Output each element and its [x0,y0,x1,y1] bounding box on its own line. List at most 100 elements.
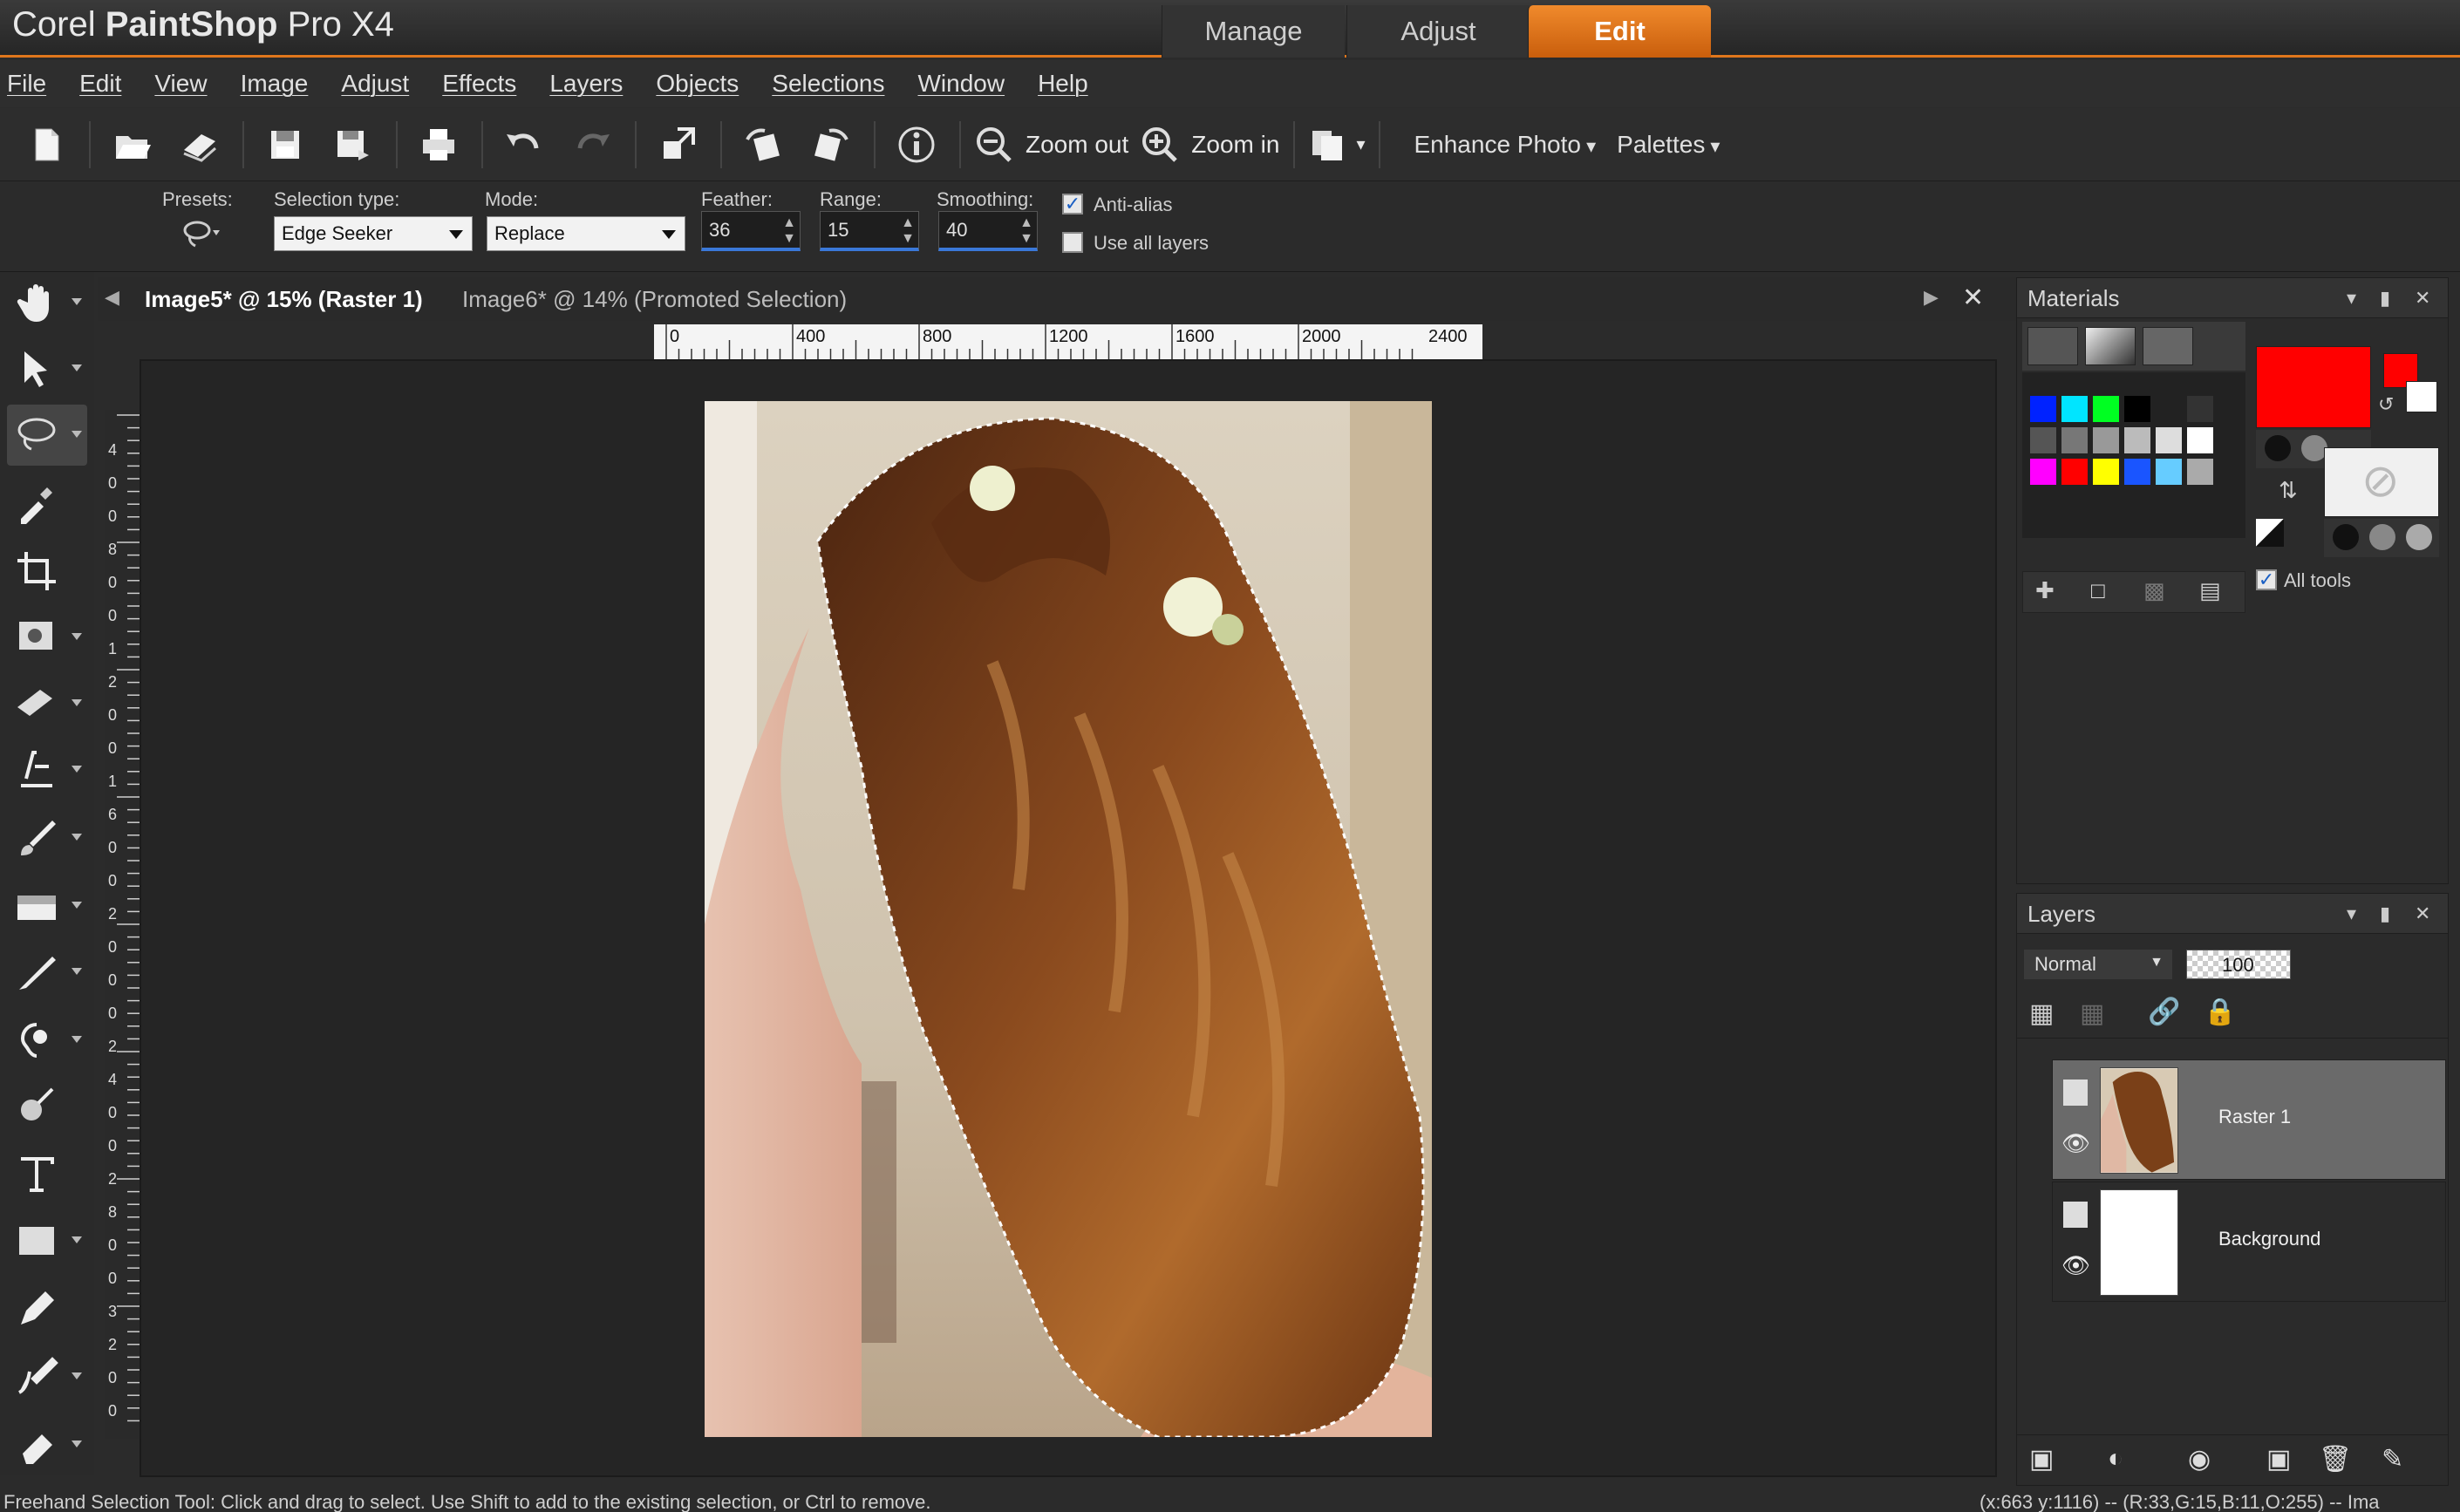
background-color[interactable]: ⊘ [2324,447,2439,517]
zoom-in-button[interactable]: Zoom in [1139,116,1279,174]
delete-swatch-icon[interactable]: ▩ [2143,577,2165,604]
add-swatch-icon[interactable]: ✚ [2035,577,2055,604]
opacity-input[interactable]: 100 [2186,950,2291,979]
bg-texture-mode-icon[interactable] [2406,524,2432,550]
new-layer-icon[interactable]: ▣ [2029,1444,2054,1475]
pen-tool[interactable] [7,1278,87,1339]
tab-adjust[interactable]: Adjust [1346,5,1530,58]
layer-mask-icon[interactable]: ▦ [2080,998,2104,1029]
new-file-button[interactable] [17,116,75,174]
warp-brush-tool[interactable] [7,1346,87,1407]
layer-row-background[interactable]: 👁 Background [2052,1182,2446,1302]
background-eraser-tool[interactable] [7,875,87,936]
redo-button[interactable] [563,116,621,174]
dropper-tool[interactable] [7,473,87,534]
color-swatch[interactable] [2029,458,2057,486]
visibility-eye-icon[interactable]: 👁 [2061,1130,2090,1157]
menu-image[interactable]: Image [241,70,309,98]
blend-mode-select[interactable]: Normal ▼ [2024,950,2172,979]
pan-tool[interactable] [7,272,87,333]
photo-canvas[interactable] [705,401,1432,1437]
paintbrush-tool[interactable] [7,807,87,868]
use-all-layers-checkbox[interactable] [1062,232,1083,253]
color-swatch[interactable] [2061,458,2089,486]
close-palette-icon[interactable]: ✕ [2415,287,2430,310]
tab-edit[interactable]: Edit [1528,5,1711,58]
merge-layer-icon[interactable]: ▣ [2266,1444,2291,1475]
lock-layer-icon[interactable]: 🔒 [2204,997,2236,1027]
color-mode-icon[interactable] [2265,435,2291,461]
pin-icon[interactable]: ▮ [2380,902,2390,925]
new-swatch-icon[interactable]: □ [2091,577,2105,604]
swatches-tab-icon[interactable] [2143,327,2193,365]
zoom-out-button[interactable]: Zoom out [973,116,1128,174]
menu-adjust[interactable]: Adjust [341,70,409,98]
menu-objects[interactable]: Objects [656,70,739,98]
swap-materials-icon[interactable]: ⇅ [2279,477,2298,504]
link-layer-icon[interactable]: 🔗 [2148,997,2180,1027]
menu-edit[interactable]: Edit [79,70,121,98]
swap-colors-icon[interactable]: ↺ [2378,393,2394,416]
menu-selections[interactable]: Selections [772,70,884,98]
all-tools-checkbox[interactable] [2256,569,2277,590]
menu-help[interactable]: Help [1038,70,1088,98]
color-swatch[interactable] [2123,458,2151,486]
color-swatch[interactable] [2092,458,2120,486]
print-button[interactable] [410,116,467,174]
mask-layer-icon[interactable]: ◉ [2188,1444,2211,1475]
rotate-right-button[interactable] [802,116,860,174]
color-swatch[interactable] [2092,395,2120,423]
tab-scroll-right-icon[interactable]: ▶ [1924,286,1939,309]
enhance-photo-menu[interactable]: Enhance Photo [1414,131,1596,159]
gradient-tab-icon[interactable] [2085,327,2136,365]
browse-button[interactable] [171,116,228,174]
feather-input[interactable]: 36 ▲ ▼ [701,211,801,251]
reset-colors-icon[interactable] [2256,519,2284,547]
resize-button[interactable] [649,116,706,174]
layer-properties-icon[interactable]: ▦ [2029,998,2054,1029]
info-button[interactable] [888,116,945,174]
save-button[interactable] [256,116,314,174]
mode-select[interactable]: Replace [487,216,685,251]
clone-tool[interactable] [7,673,87,734]
freehand-selection-tool[interactable] [7,405,87,466]
palette-menu-icon[interactable]: ▾ [2347,287,2356,310]
color-swatch[interactable] [2186,426,2214,454]
palette-menu-icon[interactable]: ▾ [2347,902,2356,925]
tab-manage[interactable]: Manage [1162,5,1345,58]
doc-tab-image5[interactable]: Image5* @ 15% (Raster 1) [145,286,423,313]
scratch-remover-tool[interactable] [7,739,87,800]
bg-pattern-mode-icon[interactable] [2369,524,2395,550]
open-button[interactable] [103,116,160,174]
lighten-darken-tool[interactable] [7,1010,87,1071]
crop-tool[interactable] [7,541,87,602]
selection-type-select[interactable]: Edge Seeker [274,216,473,251]
color-swatch[interactable] [2186,395,2214,423]
foreground-color[interactable] [2256,346,2371,428]
palettes-menu[interactable]: Palettes [1617,131,1720,159]
color-swatch[interactable] [2092,426,2120,454]
background-swatch-small[interactable] [2406,381,2437,412]
color-swatch[interactable] [2186,458,2214,486]
frame-tab-icon[interactable] [2027,327,2078,365]
color-swatch[interactable] [2123,395,2151,423]
smoothing-input[interactable]: 40 ▲ ▼ [938,211,1038,251]
color-swatch[interactable] [2061,426,2089,454]
rectangle-tool[interactable] [7,1210,87,1271]
layer-row-raster1[interactable]: 👁 Raster 1 [2052,1059,2446,1180]
visibility-eye-icon[interactable]: 👁 [2061,1252,2090,1279]
smudge-tool[interactable] [7,942,87,1003]
close-document-icon[interactable]: ✕ [1962,283,1984,313]
edit-selection-icon[interactable]: ✎ [2382,1444,2403,1475]
menu-effects[interactable]: Effects [442,70,516,98]
range-input[interactable]: 15 ▲ ▼ [820,211,919,251]
color-swatch[interactable] [2123,426,2151,454]
adjustment-layer-icon[interactable]: ◐ [2108,1444,2123,1474]
save-as-button[interactable] [324,116,382,174]
color-swatch[interactable] [2061,395,2089,423]
delete-layer-icon[interactable]: 🗑 [2319,1444,2352,1475]
anti-alias-checkbox[interactable] [1062,194,1083,215]
menu-window[interactable]: Window [917,70,1005,98]
presets-button[interactable] [180,216,223,251]
swatch-options-icon[interactable]: ▤ [2199,577,2221,604]
